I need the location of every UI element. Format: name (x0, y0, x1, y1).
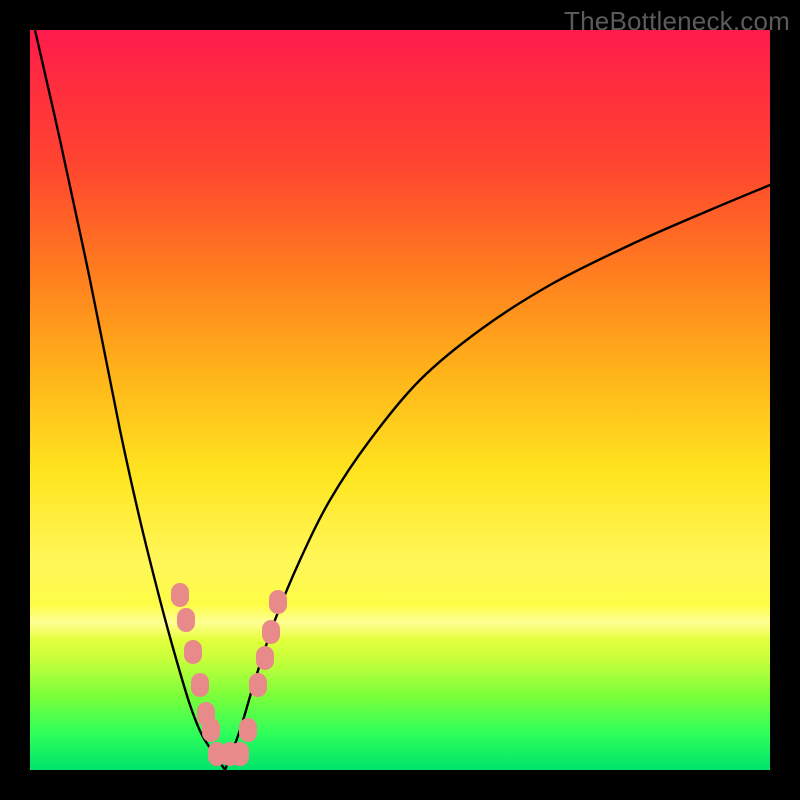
marker-bead (171, 583, 189, 607)
watermark-text: TheBottleneck.com (564, 6, 790, 37)
marker-bead (239, 718, 257, 742)
marker-bead (269, 590, 287, 614)
markers-layer (171, 583, 287, 766)
marker-bead (202, 718, 220, 742)
marker-bead (231, 742, 249, 766)
marker-bead (262, 620, 280, 644)
marker-bead (256, 646, 274, 670)
plot-area (30, 30, 770, 770)
chart-frame: TheBottleneck.com (0, 0, 800, 800)
marker-bead (191, 673, 209, 697)
marker-bead (249, 673, 267, 697)
curve-right-branch (225, 185, 770, 770)
marker-bead (184, 640, 202, 664)
marker-bead (177, 608, 195, 632)
chart-svg (30, 30, 770, 770)
curve-layer (35, 30, 770, 770)
